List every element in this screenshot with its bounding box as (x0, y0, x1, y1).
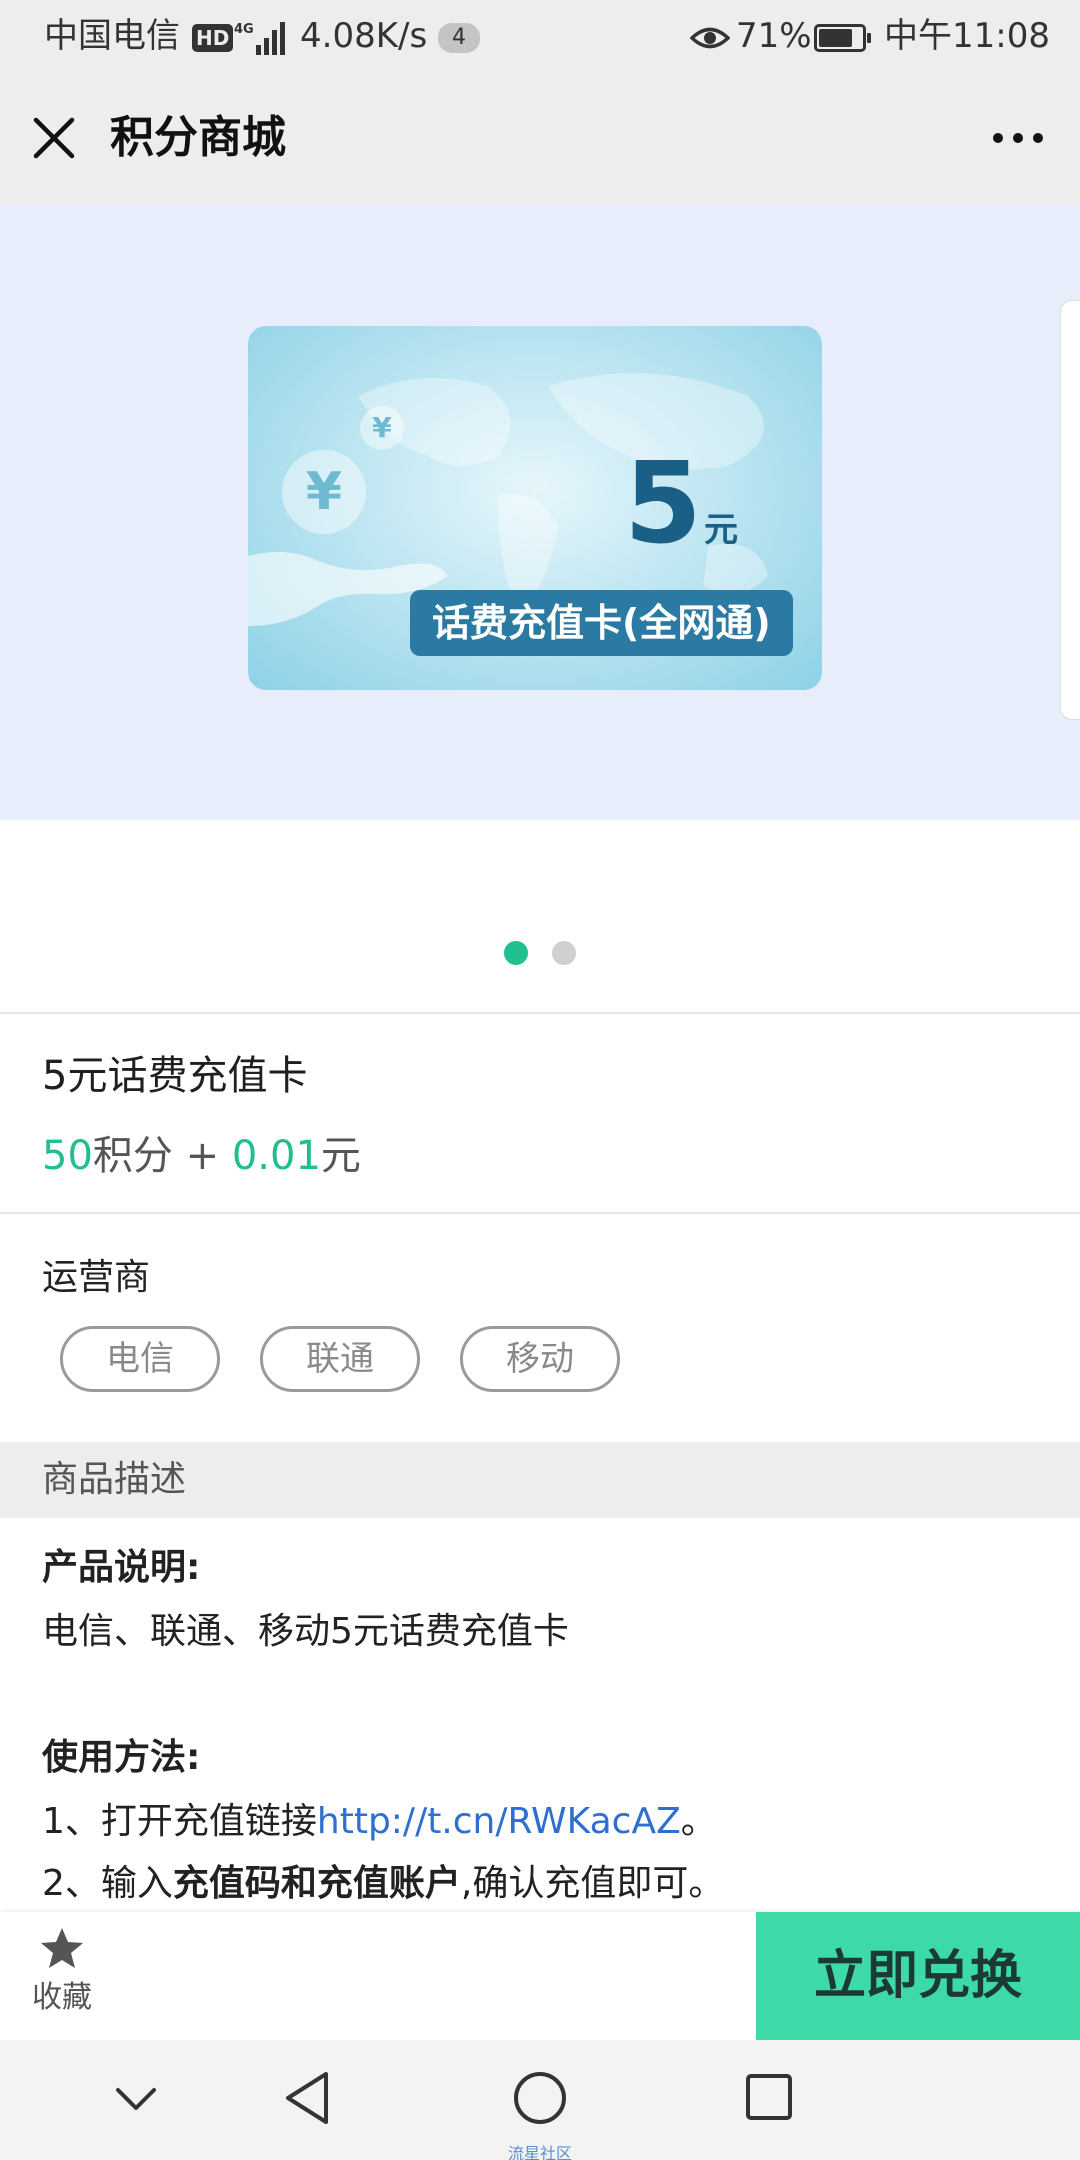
operator-label: 运营商 (42, 1257, 151, 1298)
page-title: 积分商城 (110, 112, 286, 163)
watermark: 流星社区 (508, 2144, 573, 2160)
clock: 中午11:08 (884, 16, 1050, 56)
next-slide-preview[interactable] (1060, 300, 1080, 720)
card-label: 话费充值卡(全网通) (410, 590, 793, 656)
product-title: 5元话费充值卡 (42, 1053, 308, 1099)
bottom-action-bar: 收藏 立即兑换 (0, 1912, 1080, 2040)
close-icon[interactable] (28, 112, 80, 164)
usage-heading: 使用方法: (42, 1737, 201, 1778)
recharge-card-image: ¥ ¥ 5 元 话费充值卡(全网通) (248, 326, 822, 690)
signal-icon: 4G (234, 14, 290, 58)
cash-value: 0.01 (231, 1133, 321, 1179)
points-value: 50 (42, 1133, 93, 1179)
notification-count-badge: 4 (438, 14, 480, 58)
card-amount: 5 (624, 439, 702, 569)
points-unit: 积分 (92, 1133, 173, 1179)
chevron-down-icon[interactable] (114, 2084, 158, 2114)
section-title: 商品描述 (42, 1459, 187, 1500)
carousel-dot[interactable] (552, 941, 576, 965)
carousel-indicator (0, 820, 1080, 1012)
nav-bar: 积分商城 (0, 72, 1080, 204)
system-navigation-bar: 流星社区 (0, 2040, 1080, 2160)
product-heading: 产品说明: (42, 1547, 201, 1588)
divider (0, 1212, 1080, 1214)
operator-option-telecom[interactable]: 电信 (60, 1326, 220, 1392)
carrier-name: 中国电信 (44, 16, 180, 56)
price-plus: + (172, 1133, 232, 1179)
star-icon (41, 1928, 83, 1968)
card-unit: 元 (704, 510, 738, 550)
status-bar: 中国电信 HD 4G 4.08K/s 4 71% 中午11:08 (0, 0, 1080, 72)
home-icon[interactable] (512, 2070, 568, 2126)
more-icon[interactable] (990, 124, 1046, 152)
battery-icon (814, 14, 871, 58)
product-text: 电信、联通、移动5元话费充值卡 (42, 1611, 569, 1652)
price: 50积分 + 0.01元 (42, 1128, 361, 1184)
svg-text:4G: 4G (234, 22, 254, 37)
description-section-header: 商品描述 (0, 1442, 1080, 1518)
operator-option-mobile[interactable]: 移动 (460, 1326, 620, 1392)
back-icon[interactable] (282, 2070, 334, 2126)
hd-badge: HD (192, 14, 234, 58)
operator-option-unicom[interactable]: 联通 (260, 1326, 420, 1392)
eye-icon (689, 14, 731, 58)
yen-coin-icon: ¥ (282, 450, 366, 534)
usage-step-2: 2、输入充值码和充值账户,确认充值即可。 (42, 1863, 725, 1904)
recent-apps-icon[interactable] (744, 2072, 794, 2122)
exchange-now-button[interactable]: 立即兑换 (756, 1912, 1080, 2040)
favorite-label: 收藏 (32, 1980, 92, 2015)
cash-unit: 元 (320, 1133, 361, 1179)
favorite-button[interactable]: 收藏 (20, 1926, 104, 2026)
coin-icon: ¥ (360, 406, 404, 450)
usage-step-1: 1、打开充值链接http://t.cn/RWKacAZ。 (42, 1801, 717, 1842)
divider (0, 1012, 1080, 1014)
network-speed: 4.08K/s (300, 16, 428, 56)
carousel-dot-active[interactable] (504, 941, 528, 965)
battery-percent: 71% (736, 16, 812, 56)
product-image-carousel[interactable]: ¥ ¥ 5 元 话费充值卡(全网通) (0, 204, 1080, 820)
recharge-link[interactable]: http://t.cn/RWKacAZ (317, 1801, 681, 1842)
